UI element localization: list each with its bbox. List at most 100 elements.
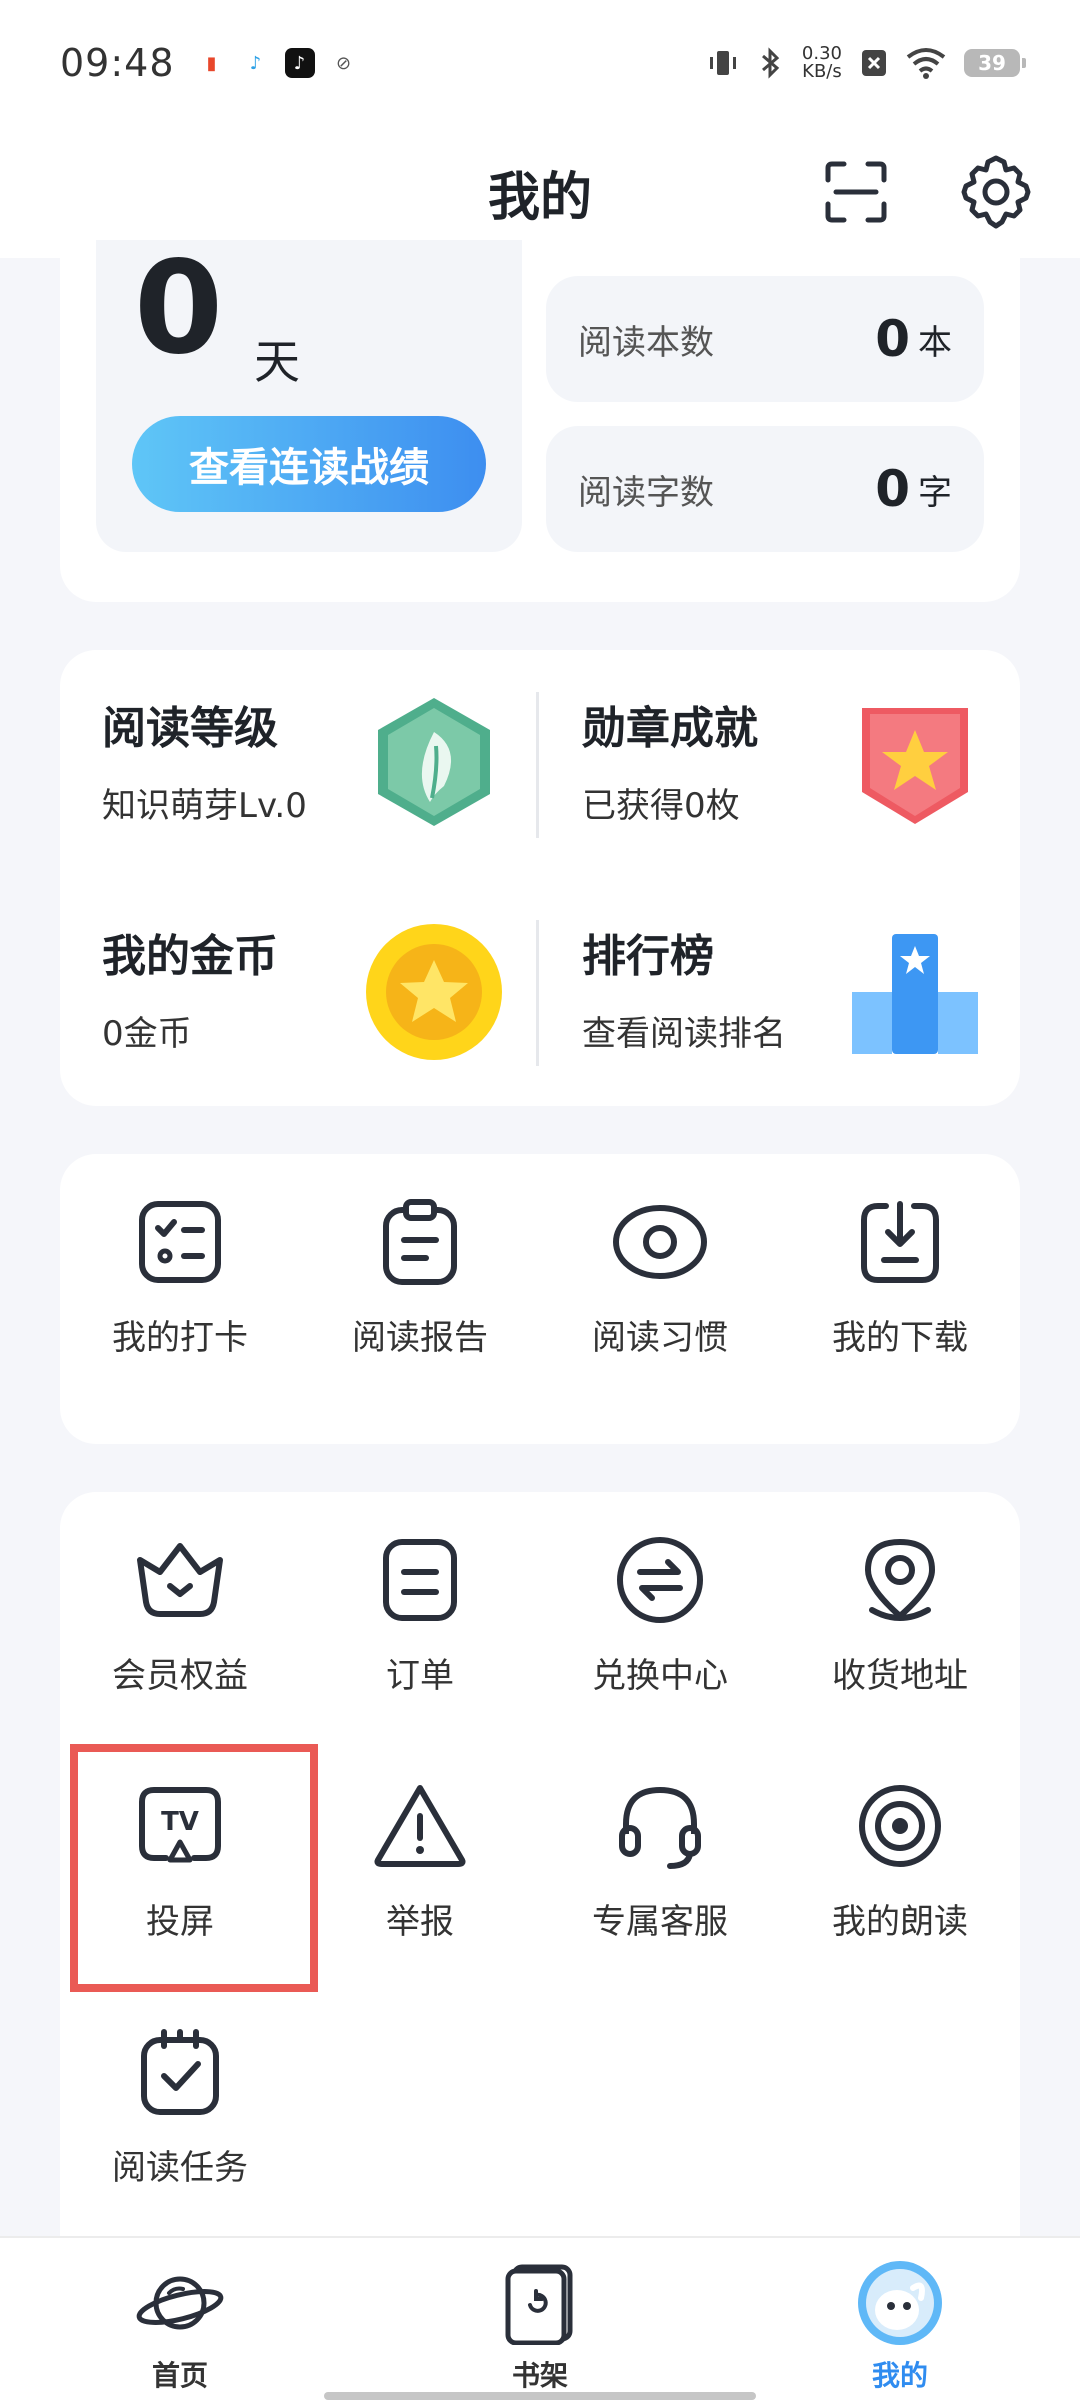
reading-tasks-button[interactable]: 阅读任务 [60, 1984, 300, 2188]
grid-label: 阅读报告 [352, 1318, 488, 1358]
tiktok-notification-icon: ♪ [284, 48, 315, 78]
customer-service-button[interactable]: 专属客服 [540, 1738, 780, 1942]
audio-read-icon [845, 1778, 955, 1874]
nav-bookshelf[interactable]: 书架 [360, 2238, 720, 2408]
grid-label: 收货地址 [832, 1656, 968, 1696]
words-read-label: 阅读字数 [578, 472, 714, 513]
grid-label: 举报 [386, 1902, 454, 1942]
checklist-icon [125, 1194, 235, 1290]
download-icon [845, 1194, 955, 1290]
location-icon [845, 1532, 955, 1628]
gold-coin-icon [366, 924, 502, 1060]
reading-stats-card: 0 天 查看连读战绩 阅读本数 0 本 阅读字数 0 字 [60, 240, 1020, 602]
wifi-icon [906, 48, 946, 79]
exchange-center-button[interactable]: 兑换中心 [540, 1492, 780, 1696]
coins-item[interactable]: 我的金币 0金币 [60, 878, 502, 1060]
ranking-item[interactable]: 排行榜 查看阅读排名 [540, 878, 980, 1058]
membership-benefits-button[interactable]: 会员权益 [60, 1492, 300, 1696]
reading-habit-button[interactable]: 阅读习惯 [540, 1154, 780, 1358]
clipboard-report-icon [365, 1194, 475, 1290]
ranking-title: 排行榜 [582, 931, 714, 982]
link-notification-icon: ⊘ [335, 52, 352, 74]
nav-label: 我的 [871, 2359, 928, 2392]
grid-label: 阅读习惯 [592, 1318, 728, 1358]
streak-box: 0 天 查看连读战绩 [96, 240, 522, 552]
reading-level-item[interactable]: 阅读等级 知识萌芽Lv.0 [60, 650, 500, 830]
books-read-unit: 本 [918, 322, 952, 363]
planet-home-icon [135, 2258, 225, 2348]
books-read-value: 0 [875, 310, 910, 368]
headset-icon [605, 1778, 715, 1874]
home-indicator[interactable] [324, 2392, 756, 2400]
my-checkin-button[interactable]: 我的打卡 [60, 1154, 300, 1358]
vibrate-icon [709, 51, 736, 75]
mascot-avatar-icon [855, 2258, 945, 2348]
orders-button[interactable]: 订单 [300, 1492, 540, 1696]
status-right: 0.30 KB/s 39 [706, 43, 1026, 82]
status-time: 09:48 [60, 41, 175, 85]
battery-indicator: 39 [964, 49, 1026, 77]
sim-off-icon [862, 50, 886, 76]
status-bar: 09:48 ▮ ♪ ♪ ⊘ 0.30 KB/s 39 [0, 0, 1080, 126]
streak-days-unit: 天 [254, 335, 300, 389]
task-calendar-icon [125, 2024, 235, 2120]
crown-icon [125, 1532, 235, 1628]
status-app-icons: ▮ ♪ ♪ ⊘ [197, 48, 359, 78]
streak-days-value: 0 [134, 234, 224, 383]
divider [536, 920, 539, 1066]
coins-title: 我的金币 [102, 931, 278, 982]
grid-label: 我的下载 [832, 1318, 968, 1358]
badges-item[interactable]: 勋章成就 已获得0枚 [540, 650, 980, 830]
view-streak-button[interactable]: 查看连读战绩 [132, 416, 486, 512]
achievements-card: 阅读等级 知识萌芽Lv.0 勋章成就 已获得0枚 我的金币 0金币 排行榜 查看… [60, 650, 1020, 1106]
ranking-sub: 查看阅读排名 [582, 1014, 786, 1054]
divider [536, 692, 539, 838]
reading-level-title: 阅读等级 [102, 703, 278, 754]
nav-label: 首页 [151, 2359, 208, 2392]
page-title: 我的 [487, 167, 592, 228]
grid-label: 订单 [386, 1656, 454, 1696]
my-downloads-button[interactable]: 我的下载 [780, 1154, 1020, 1358]
gear-icon [961, 155, 1031, 229]
warning-icon [365, 1778, 475, 1874]
grid-label: 会员权益 [112, 1656, 248, 1696]
grid-label: 兑换中心 [592, 1656, 728, 1696]
settings-button[interactable] [952, 148, 1040, 236]
tools-card: 我的打卡 阅读报告 阅读习惯 我的下载 [60, 1154, 1020, 1444]
badges-title: 勋章成就 [582, 703, 758, 754]
scan-icon [825, 161, 887, 223]
books-read-stat[interactable]: 阅读本数 0 本 [546, 276, 984, 402]
grid-label: 专属客服 [592, 1902, 728, 1942]
words-read-unit: 字 [918, 472, 952, 513]
bookshelf-icon [495, 2258, 585, 2348]
coins-sub: 0金币 [102, 1014, 192, 1054]
network-speed: 0.30 KB/s [801, 43, 842, 82]
reading-level-sub: 知识萌芽Lv.0 [102, 786, 307, 826]
scan-button[interactable] [812, 148, 900, 236]
nav-label: 书架 [511, 2359, 568, 2392]
words-read-value: 0 [875, 460, 910, 518]
chat-notification-icon: ♪ [249, 52, 262, 74]
my-reading-aloud-button[interactable]: 我的朗读 [780, 1738, 1020, 1942]
books-read-label: 阅读本数 [578, 322, 714, 363]
order-icon [365, 1532, 475, 1628]
bottom-nav: 首页 书架 我的 [0, 2236, 1080, 2408]
nav-home[interactable]: 首页 [0, 2238, 360, 2408]
reading-report-button[interactable]: 阅读报告 [300, 1154, 540, 1358]
report-button[interactable]: 举报 [300, 1738, 540, 1942]
app-notification-icon: ▮ [206, 52, 217, 74]
badges-sub: 已获得0枚 [582, 786, 740, 826]
grid-label: 我的打卡 [112, 1318, 248, 1358]
leaderboard-icon [852, 934, 978, 1054]
shipping-address-button[interactable]: 收货地址 [780, 1492, 1020, 1696]
grid-label: 阅读任务 [112, 2148, 248, 2188]
grid-label: 我的朗读 [832, 1902, 968, 1942]
exchange-icon [605, 1532, 715, 1628]
words-read-stat[interactable]: 阅读字数 0 字 [546, 426, 984, 552]
star-badge-icon [862, 708, 968, 824]
highlight-box [70, 1744, 318, 1992]
eye-habit-icon [605, 1194, 715, 1290]
nav-mine[interactable]: 我的 [720, 2238, 1080, 2408]
bluetooth-icon [761, 47, 780, 79]
leaf-hexagon-icon [378, 698, 490, 826]
